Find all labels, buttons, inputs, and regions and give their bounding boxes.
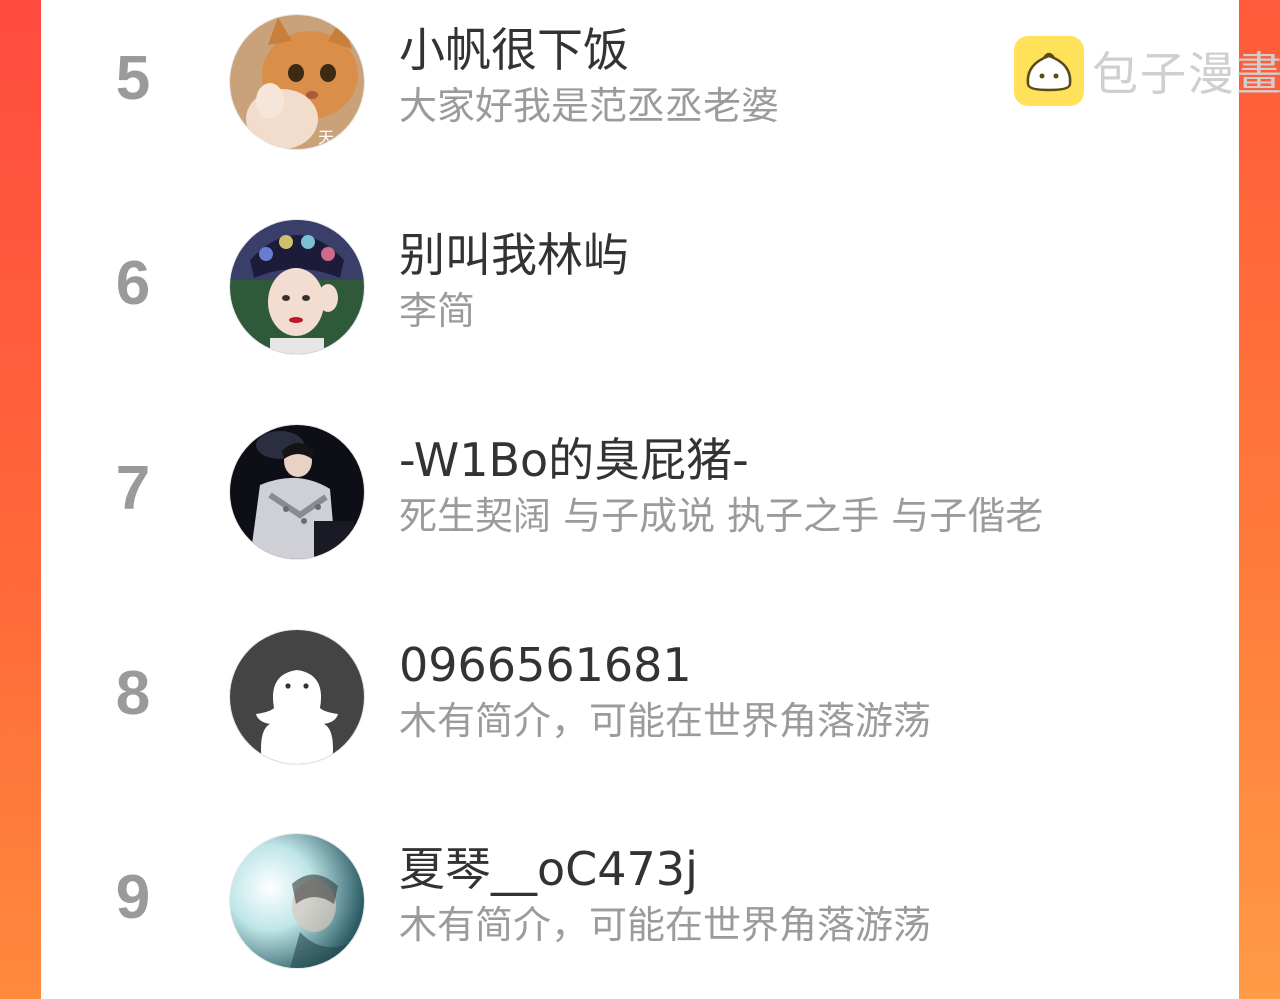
cat-photo-avatar[interactable]: 天 — [230, 15, 364, 149]
user-name[interactable]: 0966561681 — [399, 637, 692, 693]
user-bio: 李简 — [399, 289, 476, 333]
user-name[interactable]: -W1Bo的臭屁猪- — [399, 432, 749, 488]
svg-text:天: 天 — [318, 128, 334, 147]
user-name[interactable]: 小帆很下饭 — [399, 22, 629, 78]
user-name[interactable]: 夏琴__oC473j — [399, 841, 698, 897]
portrait-headdress-avatar[interactable] — [230, 220, 364, 354]
list-item[interactable]: 5 天 小帆很下饭 大家好我是范丞丞老婆 — [41, 8, 1239, 149]
user-bio: 大家好我是范丞丞老婆 — [399, 84, 780, 128]
list-item[interactable]: 6 别叫我林屿 李简 — [41, 213, 1239, 354]
ranking-list-panel: 包子漫畫 5 天 小帆很下饭 大家好我是范丞丞老婆 6 别叫我林屿 李简 7 -… — [41, 0, 1280, 999]
user-name[interactable]: 别叫我林屿 — [399, 227, 629, 283]
user-bio: 木有简介，可能在世界角落游荡 — [399, 699, 932, 743]
list-item[interactable]: 8 0966561681 木有简介，可能在世界角落游荡 — [41, 623, 1239, 764]
list-item[interactable]: 9 夏琴__oC473j 木有简介，可能在世界角落游荡 — [41, 827, 1239, 968]
rank-number: 8 — [115, 659, 151, 728]
right-gradient-border — [1238, 0, 1280, 999]
user-bio: 木有简介，可能在世界角落游荡 — [399, 903, 932, 947]
list-item[interactable]: 7 -W1Bo的臭屁猪- 死生契阔 与子成说 执子之手 与子偕老 — [41, 418, 1239, 559]
soft-light-portrait-avatar[interactable] — [230, 834, 364, 968]
user-bio: 死生契阔 与子成说 执子之手 与子偕老 — [399, 494, 1044, 538]
rank-number: 5 — [115, 44, 151, 113]
default-ghost-avatar[interactable] — [230, 630, 364, 764]
rank-number: 9 — [115, 863, 151, 932]
rank-number: 7 — [115, 454, 151, 523]
rank-number: 6 — [115, 249, 151, 318]
stage-performer-avatar[interactable] — [230, 425, 364, 559]
